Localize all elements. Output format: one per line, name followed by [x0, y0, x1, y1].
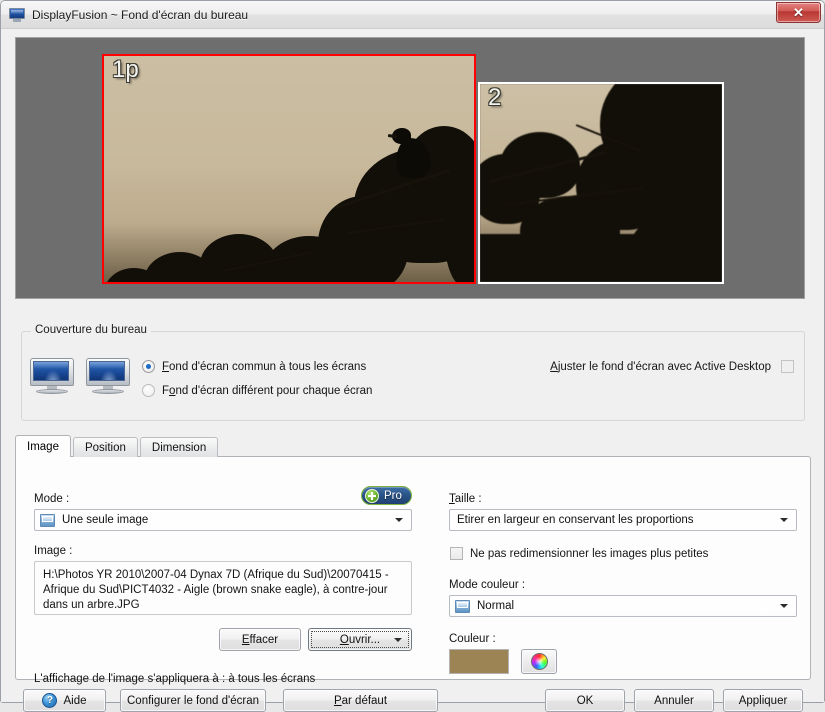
- color-mode-dropdown-value: Normal: [477, 600, 515, 612]
- image-path-field[interactable]: H:\Photos YR 2010\2007-04 Dynax 7D (Afri…: [34, 561, 412, 615]
- footer-bar: ? Aide Configurer le fond d'écran Par dé…: [1, 684, 824, 712]
- tab-content-image: Mode : Pro Une seule image Image : H:\Ph…: [15, 456, 811, 685]
- configure-wallpaper-button[interactable]: Configurer le fond d'écran: [120, 689, 266, 712]
- radio-common-wallpaper-label: Fond d'écran commun à tous les écrans: [162, 360, 367, 373]
- monitor-label-1: 1p: [112, 56, 139, 83]
- color-swatch[interactable]: [449, 649, 509, 674]
- size-dropdown-value: Étirer en largeur en conservant les prop…: [457, 514, 694, 526]
- client-area: 1p 2 Couverture du bureau Fond d'écran c…: [1, 28, 824, 712]
- chevron-down-icon: [780, 518, 788, 522]
- chevron-down-icon: [780, 604, 788, 608]
- tab-dimension[interactable]: Dimension: [139, 437, 219, 457]
- green-plus-icon: [365, 488, 379, 503]
- wallpaper-image-1: [104, 56, 474, 282]
- size-label: Taille :: [449, 493, 482, 505]
- apply-button[interactable]: Appliquer: [723, 689, 803, 712]
- monitor-preview-panel: 1p 2: [15, 37, 805, 299]
- chevron-down-icon: [395, 518, 403, 522]
- ok-button[interactable]: OK: [545, 689, 625, 712]
- color-label: Couleur :: [449, 633, 496, 645]
- tab-strip: Image Position Dimension: [15, 435, 220, 457]
- monitor-preview-2[interactable]: 2: [478, 82, 724, 284]
- mode-dropdown-value: Une seule image: [62, 514, 149, 526]
- no-upscale-checkbox[interactable]: [450, 547, 463, 560]
- color-wheel-icon: [530, 653, 548, 670]
- color-picker-button[interactable]: [521, 649, 557, 674]
- dual-monitor-icon: [30, 352, 132, 402]
- screen-icon: [40, 513, 55, 527]
- mode-dropdown[interactable]: Une seule image: [34, 509, 412, 531]
- window-title: DisplayFusion ~ Fond d'écran du bureau: [32, 7, 249, 22]
- wallpaper-image-2: [480, 84, 722, 282]
- radio-common-wallpaper-indicator[interactable]: [142, 360, 155, 373]
- tab-image[interactable]: Image: [15, 435, 71, 457]
- help-icon: ?: [42, 693, 58, 708]
- monitor-icon: [9, 7, 25, 22]
- open-button[interactable]: Ouvrir...: [308, 628, 412, 651]
- monitor-label-2: 2: [488, 84, 502, 111]
- color-mode-dropdown[interactable]: Normal: [449, 595, 797, 617]
- help-button-label: Aide: [63, 694, 87, 707]
- no-upscale-label: Ne pas redimensionner les images plus pe…: [470, 547, 709, 560]
- defaults-button[interactable]: Par défaut: [283, 689, 438, 712]
- pro-badge[interactable]: Pro: [361, 486, 412, 505]
- open-button-label: Ouvrir...: [339, 633, 381, 646]
- no-upscale-option[interactable]: Ne pas redimensionner les images plus pe…: [450, 547, 708, 560]
- mode-label: Mode :: [34, 493, 70, 505]
- pro-badge-label: Pro: [384, 489, 402, 502]
- radio-per-monitor-wallpaper-label: Fond d'écran différent pour chaque écran: [162, 384, 373, 397]
- active-desktop-option[interactable]: Ajuster le fond d'écran avec Active Desk…: [550, 360, 794, 373]
- radio-common-wallpaper[interactable]: Fond d'écran commun à tous les écrans: [142, 360, 366, 373]
- size-dropdown[interactable]: Étirer en largeur en conservant les prop…: [449, 509, 797, 531]
- color-mode-label: Mode couleur :: [449, 579, 526, 591]
- coverage-group-title: Couverture du bureau: [31, 324, 151, 336]
- chevron-down-icon: [394, 637, 402, 642]
- settings-tab-panel: Image Position Dimension Mode : Pro Une …: [15, 435, 811, 685]
- active-desktop-checkbox[interactable]: [781, 360, 794, 373]
- radio-per-monitor-wallpaper-indicator[interactable]: [142, 384, 155, 397]
- desktop-coverage-group: Couverture du bureau Fond d'écran commun…: [21, 324, 805, 421]
- monitor-preview-1[interactable]: 1p: [102, 54, 476, 284]
- clear-button[interactable]: Effacer: [219, 628, 301, 651]
- displayfusion-window: DisplayFusion ~ Fond d'écran du bureau ✕: [0, 0, 825, 712]
- screen-icon: [455, 599, 470, 613]
- defaults-button-label: Par défaut: [333, 694, 388, 707]
- configure-wallpaper-label: Configurer le fond d'écran: [127, 694, 259, 707]
- help-button[interactable]: ? Aide: [23, 689, 106, 712]
- active-desktop-label: Ajuster le fond d'écran avec Active Desk…: [550, 360, 771, 373]
- clear-button-label: Effacer: [241, 633, 279, 646]
- cancel-button[interactable]: Annuler: [634, 689, 714, 712]
- title-bar: DisplayFusion ~ Fond d'écran du bureau ✕: [1, 1, 824, 28]
- close-button[interactable]: ✕: [776, 2, 821, 23]
- tab-position[interactable]: Position: [72, 437, 138, 457]
- image-label: Image :: [34, 545, 73, 557]
- radio-per-monitor-wallpaper[interactable]: Fond d'écran différent pour chaque écran: [142, 384, 372, 397]
